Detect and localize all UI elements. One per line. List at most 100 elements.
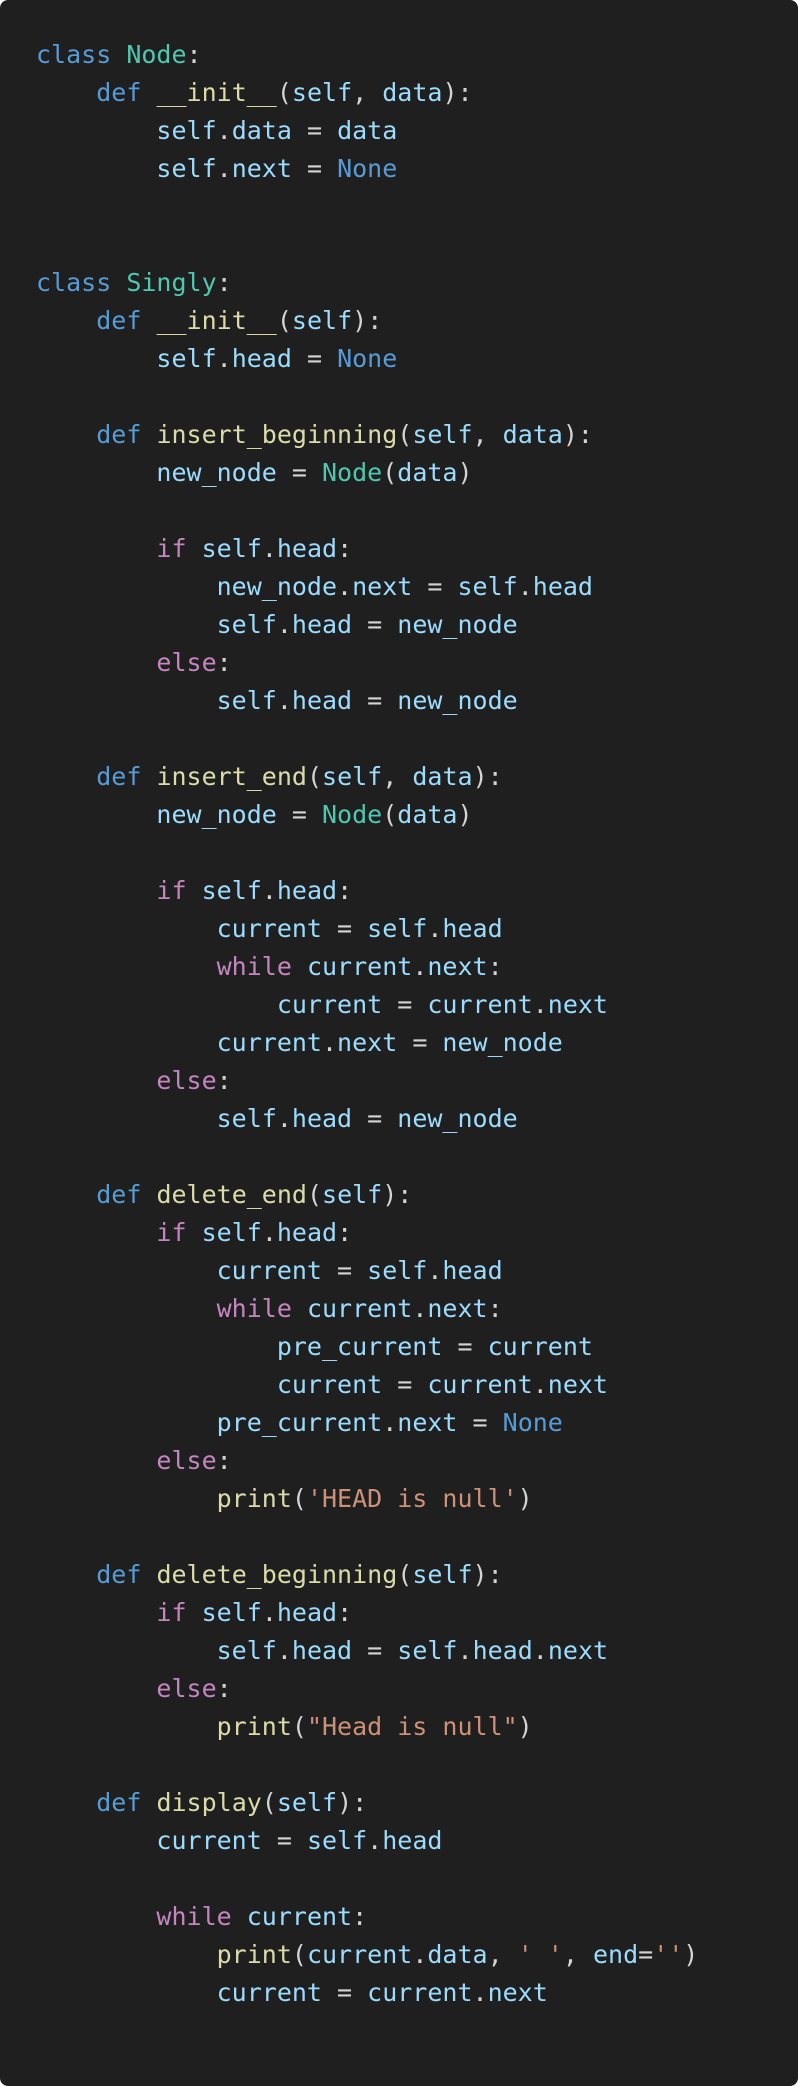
code-line: new_node = Node(data) (36, 454, 798, 492)
code-line: while current.next: (36, 948, 798, 986)
code-line: current = current.next (36, 1974, 798, 2012)
code-token: data (397, 458, 458, 487)
code-token: = (291, 116, 338, 145)
code-token: self (367, 914, 428, 943)
code-token: def (96, 306, 142, 335)
code-token: : (216, 1066, 232, 1095)
code-token: self (201, 1218, 262, 1247)
code-token: : (487, 952, 503, 981)
code-token: . (276, 686, 292, 715)
code-token: ( (261, 1788, 277, 1817)
code-token: head (442, 914, 503, 943)
code-line: def display(self): (36, 1784, 798, 1822)
code-token: ): (382, 1180, 413, 1209)
code-token: else (156, 1674, 217, 1703)
code-token: : (337, 534, 353, 563)
code-token: ( (382, 458, 398, 487)
code-line: self.head = new_node (36, 1100, 798, 1138)
code-token: ( (306, 1180, 323, 1209)
code-line: if self.head: (36, 530, 798, 568)
code-line: self.head = None (36, 340, 798, 378)
code-token: new_node (397, 610, 518, 639)
code-token: data (397, 800, 458, 829)
code-token: display (156, 1788, 262, 1817)
code-token: print (216, 1484, 292, 1513)
code-token: new_node (156, 800, 277, 829)
code-line: def __init__(self, data): (36, 74, 798, 112)
code-token: = (261, 1826, 307, 1855)
code-token: current (367, 1978, 473, 2007)
code-token: def (96, 1788, 142, 1817)
code-line: self.next = None (36, 150, 798, 188)
code-line: while current.next: (36, 1290, 798, 1328)
code-token: self (276, 1788, 338, 1817)
code-token: head (291, 686, 353, 715)
code-token: next (487, 1978, 548, 2007)
code-token: ( (397, 1560, 413, 1589)
code-token: = (352, 610, 398, 639)
code-token: self (397, 1636, 458, 1665)
code-token: current (306, 1940, 413, 1969)
code-line: self.head = new_node (36, 682, 798, 720)
code-token: . (261, 876, 277, 905)
code-token: ) (457, 800, 473, 829)
code-token: self (291, 78, 353, 107)
code-token: self (201, 534, 262, 563)
code-token: ( (397, 420, 413, 449)
code-token: else (156, 1446, 217, 1475)
code-token: insert_end (156, 762, 307, 791)
code-line: else: (36, 644, 798, 682)
code-line: else: (36, 1442, 798, 1480)
code-token: else (156, 648, 217, 677)
code-line: print('HEAD is null') (36, 1480, 798, 1518)
code-token: current (216, 1256, 322, 1285)
code-line: new_node = Node(data) (36, 796, 798, 834)
code-token: current (216, 914, 322, 943)
code-token: ): (562, 420, 593, 449)
code-token: __init__ (156, 78, 277, 107)
code-token: data (337, 116, 398, 145)
code-token: self (156, 154, 217, 183)
code-token: self (156, 116, 217, 145)
code-token: self (412, 420, 473, 449)
code-token: next (547, 1636, 609, 1665)
code-token: Node (322, 800, 383, 829)
code-token: None (337, 344, 398, 373)
code-token: delete_beginning (156, 1560, 398, 1589)
code-token: class (36, 40, 112, 69)
code-token: = (352, 1104, 398, 1133)
code-token: __init__ (156, 306, 277, 335)
code-token: head (276, 1218, 338, 1247)
code-line: class Singly: (36, 264, 798, 302)
code-token: : (186, 40, 202, 69)
code-token: ) (517, 1712, 533, 1741)
code-token: data (412, 762, 473, 791)
code-token: '' (653, 1940, 684, 1969)
code-token: = (442, 1332, 488, 1361)
code-token: = (291, 344, 338, 373)
code-token: new_node (397, 686, 518, 715)
code-token: : (216, 648, 232, 677)
